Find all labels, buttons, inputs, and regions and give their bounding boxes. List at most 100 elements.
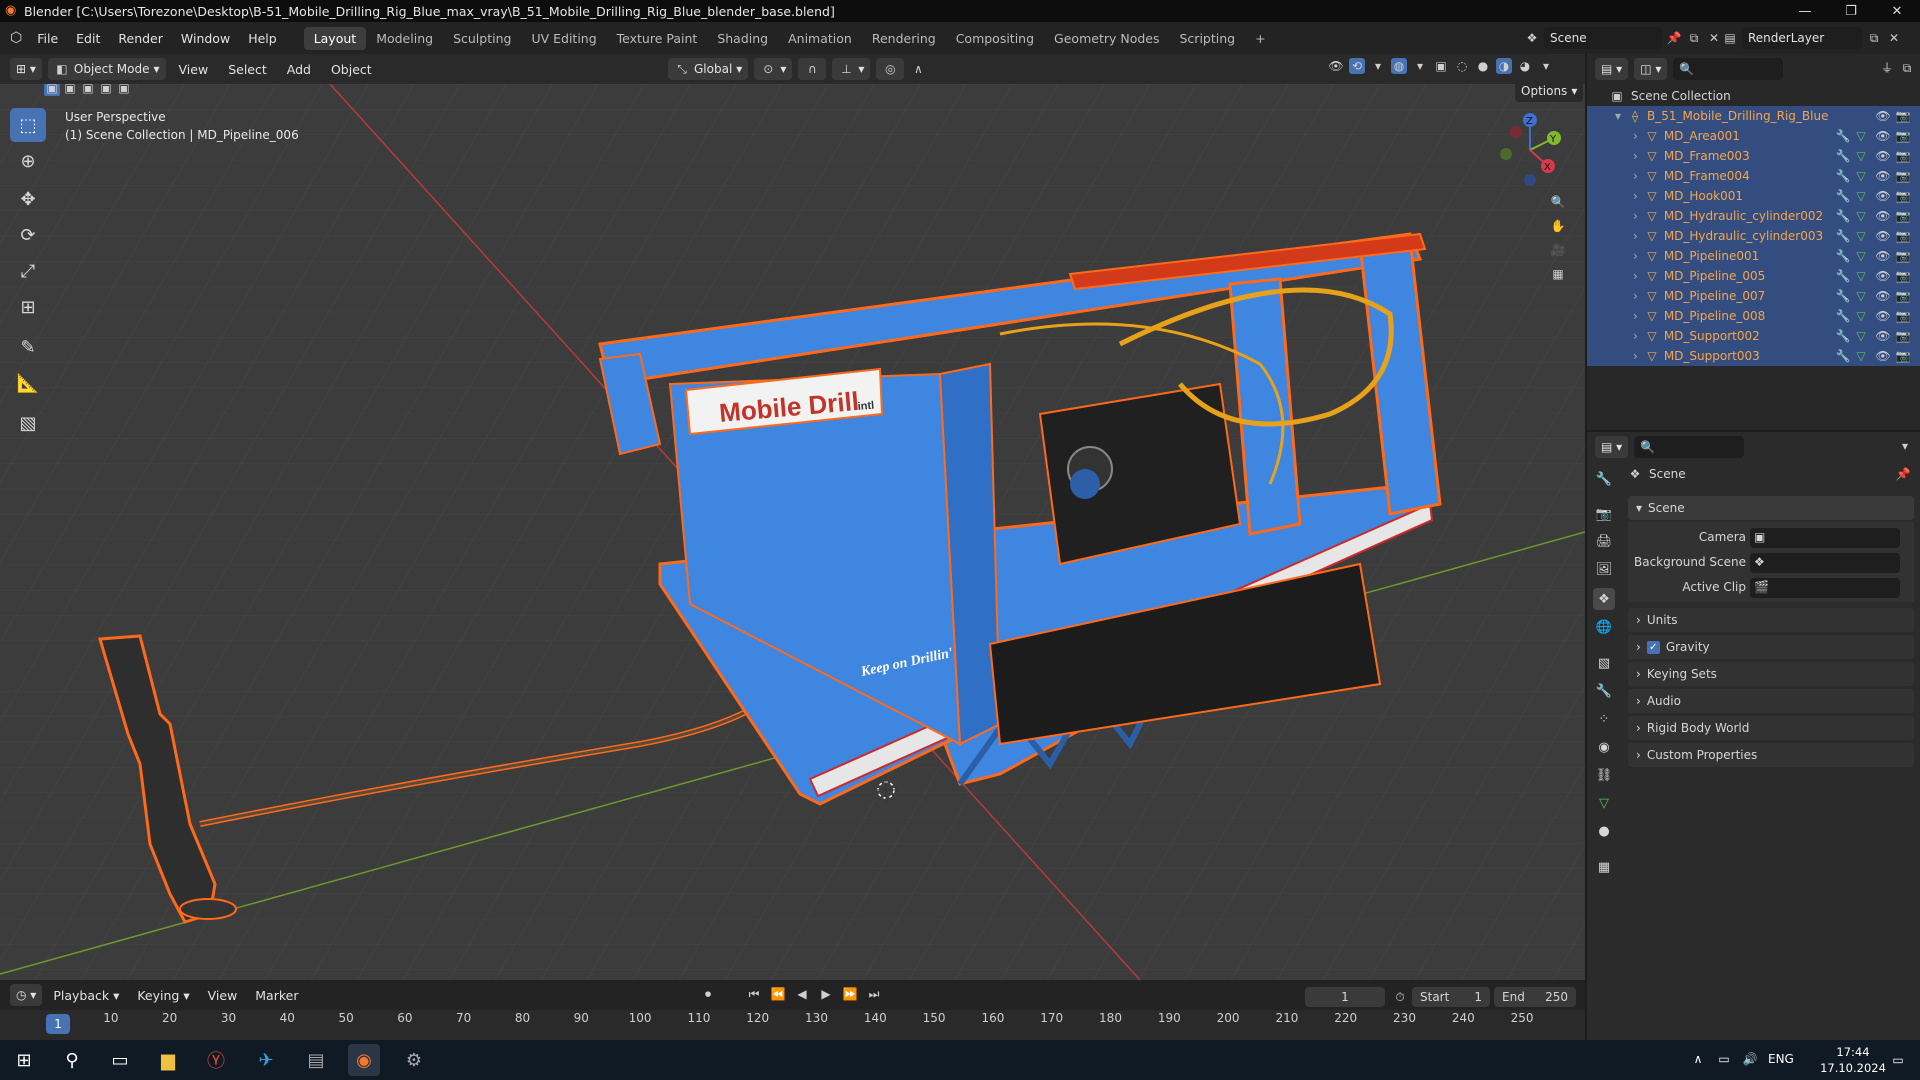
expand-arrow-icon[interactable]: ›: [1633, 189, 1638, 203]
outliner-object-row[interactable]: › ▽ MD_Hydraulic_cylinder002 🔧 ▽ 👁 📷: [1587, 206, 1920, 226]
select-subtract-icon[interactable]: ▣: [80, 84, 96, 96]
view-layer-selector[interactable]: RenderLayer: [1742, 27, 1862, 49]
expand-arrow-icon[interactable]: ›: [1633, 309, 1638, 323]
menu-file[interactable]: File: [28, 31, 67, 46]
units-panel[interactable]: › Units: [1628, 608, 1914, 632]
notifications-icon[interactable]: ▭: [1890, 1052, 1906, 1068]
transform-tool-icon[interactable]: ⊞: [10, 290, 46, 324]
windows-start-icon[interactable]: ⊞: [8, 1044, 40, 1076]
3d-viewport[interactable]: Mobile Drill intl Keep on Drillin' User …: [0, 84, 1585, 980]
select-new-icon[interactable]: ▣: [44, 84, 60, 96]
menu-add[interactable]: Add: [280, 58, 318, 80]
outliner-object-row[interactable]: › ▽ MD_Support002 🔧 ▽ 👁 📷: [1587, 326, 1920, 346]
menu-view[interactable]: View: [172, 58, 216, 80]
tab-modeling[interactable]: Modeling: [366, 27, 443, 50]
render-camera-icon[interactable]: 📷: [1895, 168, 1911, 184]
start-frame-field[interactable]: Start 1: [1412, 987, 1490, 1007]
overlays-toggle-icon[interactable]: ◍: [1391, 58, 1407, 74]
volume-icon[interactable]: 🔊: [1742, 1051, 1758, 1067]
play-reverse-icon[interactable]: ◀: [794, 986, 810, 1002]
custom-properties-panel[interactable]: › Custom Properties: [1628, 743, 1914, 767]
object-tab-icon[interactable]: ▧: [1593, 652, 1615, 674]
select-extend-icon[interactable]: ▣: [62, 84, 78, 96]
render-camera-icon[interactable]: 📷: [1895, 308, 1911, 324]
gizmo-dropdown-icon[interactable]: ▾: [1370, 58, 1386, 74]
menu-window[interactable]: Window: [172, 31, 239, 46]
scale-tool-icon[interactable]: ⤢: [10, 254, 46, 288]
properties-options-icon[interactable]: ▾: [1897, 438, 1913, 454]
expand-arrow-icon[interactable]: ›: [1633, 269, 1638, 283]
tray-expand-icon[interactable]: ∧: [1690, 1051, 1706, 1067]
active-clip-field[interactable]: 🎬: [1750, 578, 1900, 598]
ortho-toggle-icon[interactable]: ▦: [1550, 266, 1566, 282]
visibility-eye-icon[interactable]: 👁: [1875, 168, 1891, 184]
xray-toggle-icon[interactable]: ▣: [1433, 58, 1449, 74]
search-icon[interactable]: ⚲: [56, 1044, 88, 1076]
utility-app-icon[interactable]: ▤: [300, 1044, 332, 1076]
navigation-gizmo[interactable]: Z Y X: [1490, 110, 1570, 190]
tab-texture-paint[interactable]: Texture Paint: [607, 27, 708, 50]
rendered-shading-icon[interactable]: ◕: [1517, 58, 1533, 74]
display-mode-dropdown[interactable]: ◫ ▾: [1634, 58, 1668, 80]
scene-tab-icon[interactable]: ❖: [1593, 588, 1615, 610]
yandex-browser-icon[interactable]: Ⓨ: [200, 1044, 232, 1076]
file-explorer-icon[interactable]: ▆: [152, 1044, 184, 1076]
outliner-editor-type[interactable]: ▤ ▾: [1595, 58, 1629, 80]
gravity-panel[interactable]: › ✓ Gravity: [1628, 635, 1914, 659]
visibility-eye-icon[interactable]: 👁: [1875, 188, 1891, 204]
expand-arrow-icon[interactable]: ›: [1633, 209, 1638, 223]
expand-arrow-icon[interactable]: ›: [1633, 129, 1638, 143]
menu-render[interactable]: Render: [109, 31, 172, 46]
menu-playback[interactable]: Playback ▾: [46, 984, 126, 1006]
outliner-object-row[interactable]: › ▽ MD_Frame003 🔧 ▽ 👁 📷: [1587, 146, 1920, 166]
tab-shading[interactable]: Shading: [707, 27, 778, 50]
output-tab-icon[interactable]: 🖨: [1593, 530, 1615, 552]
texture-tab-icon[interactable]: ▦: [1593, 856, 1615, 878]
pan-hand-icon[interactable]: ✋: [1550, 218, 1566, 234]
expand-arrow-icon[interactable]: ›: [1633, 169, 1638, 183]
pin-context-icon[interactable]: 📌: [1895, 466, 1911, 482]
outliner-object-row[interactable]: › ▽ MD_Hydraulic_cylinder003 🔧 ▽ 👁 📷: [1587, 226, 1920, 246]
new-collection-icon[interactable]: ⧉: [1899, 60, 1915, 76]
tool-tab-icon[interactable]: 🔧: [1593, 468, 1615, 490]
solid-shading-icon[interactable]: ●: [1475, 58, 1491, 74]
menu-object[interactable]: Object: [324, 58, 379, 80]
expand-arrow-icon[interactable]: ›: [1633, 249, 1638, 263]
menu-keying[interactable]: Keying ▾: [130, 984, 196, 1006]
expand-arrow-icon[interactable]: ›: [1633, 229, 1638, 243]
expand-arrow-icon[interactable]: ›: [1633, 289, 1638, 303]
visibility-eye-icon[interactable]: 👁: [1875, 288, 1891, 304]
menu-timeline-view[interactable]: View: [201, 984, 245, 1006]
snap-dropdown[interactable]: ⊥ ▾: [832, 58, 871, 80]
particles-tab-icon[interactable]: ⁘: [1593, 708, 1615, 730]
mode-dropdown[interactable]: ◧ Object Mode ▾: [47, 58, 166, 80]
background-scene-field[interactable]: ❖: [1750, 553, 1900, 573]
render-camera-icon[interactable]: 📷: [1895, 208, 1911, 224]
proportional-edit-toggle[interactable]: ◎: [876, 58, 905, 80]
overlays-dropdown-icon[interactable]: ▾: [1412, 58, 1428, 74]
play-icon[interactable]: ▶: [818, 986, 834, 1002]
tab-rendering[interactable]: Rendering: [862, 27, 946, 50]
move-tool-icon[interactable]: ✥: [10, 182, 46, 216]
modifiers-tab-icon[interactable]: 🔧: [1593, 680, 1615, 702]
transform-orientation-dropdown[interactable]: ⤡ Global ▾: [668, 58, 749, 80]
next-keyframe-icon[interactable]: ⏩: [842, 986, 858, 1002]
render-camera-icon[interactable]: 📷: [1895, 248, 1911, 264]
timeline-editor-type[interactable]: ◷ ▾: [10, 984, 43, 1006]
app-taskbar-icon[interactable]: ⚙: [398, 1044, 430, 1076]
outliner-object-row[interactable]: › ▽ MD_Frame004 🔧 ▽ 👁 📷: [1587, 166, 1920, 186]
network-icon[interactable]: ▭: [1716, 1051, 1732, 1067]
render-tab-icon[interactable]: 📷: [1593, 503, 1615, 525]
visibility-eye-icon[interactable]: 👁: [1875, 348, 1891, 364]
telegram-icon[interactable]: ✈: [250, 1044, 282, 1076]
filter-icon[interactable]: ⏚: [1879, 60, 1895, 76]
snap-toggle[interactable]: ∩: [798, 58, 827, 80]
tab-animation[interactable]: Animation: [778, 27, 862, 50]
language-indicator[interactable]: ENG: [1768, 1052, 1794, 1066]
keying-sets-panel[interactable]: › Keying Sets: [1628, 662, 1914, 686]
visibility-eye-icon[interactable]: 👁: [1875, 268, 1891, 284]
tab-sculpting[interactable]: Sculpting: [443, 27, 521, 50]
task-view-icon[interactable]: ▭: [104, 1044, 136, 1076]
gravity-checkbox[interactable]: ✓: [1646, 640, 1660, 654]
render-camera-icon[interactable]: 📷: [1895, 108, 1911, 124]
